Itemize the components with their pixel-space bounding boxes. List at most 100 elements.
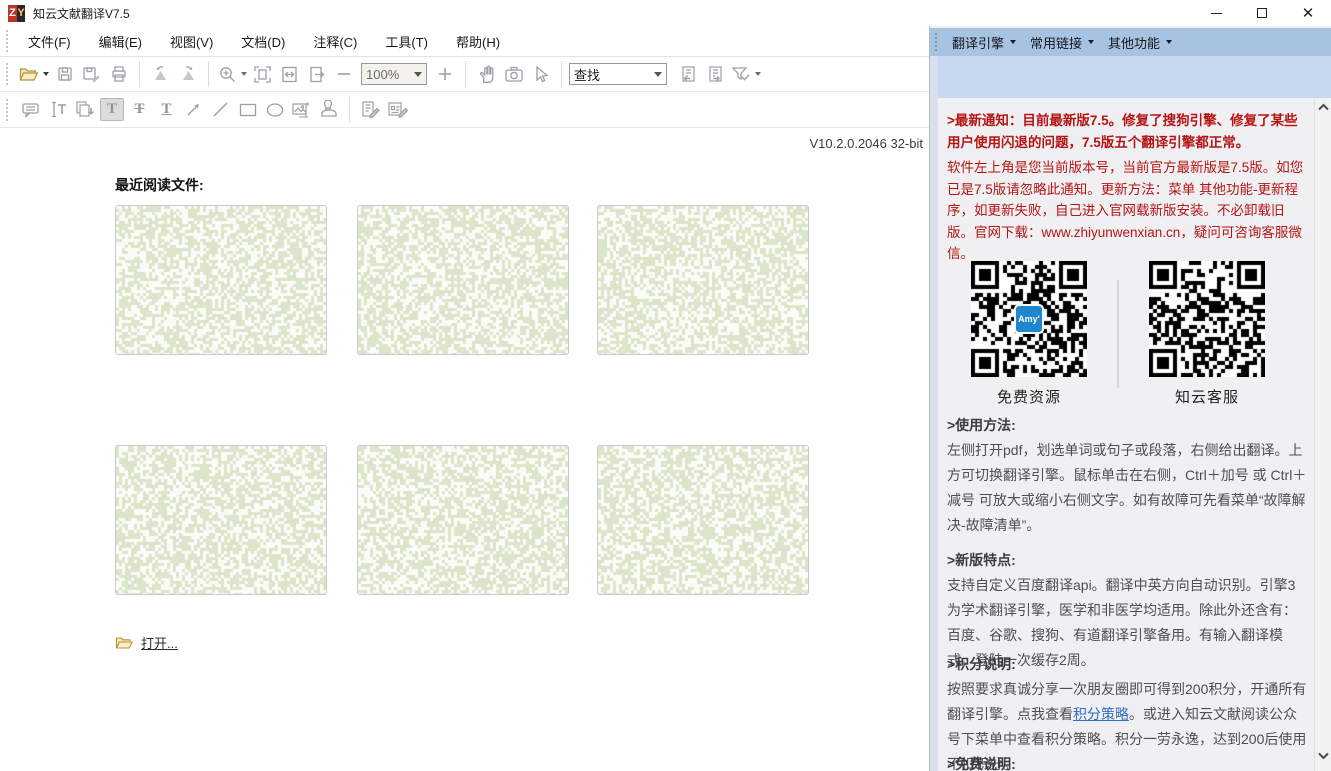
toolbar-grip [6, 30, 9, 52]
menu-tools[interactable]: 工具(T) [374, 27, 439, 56]
zoom-out-button[interactable] [330, 60, 357, 88]
save-as-icon [83, 67, 100, 83]
rectangle-tool-button[interactable] [234, 96, 261, 124]
camera-icon [504, 66, 523, 82]
recent-files-heading: 最近阅读文件: [115, 177, 204, 193]
menu-edit[interactable]: 编辑(E) [88, 27, 153, 56]
find-previous-icon [682, 65, 695, 82]
open-file-link[interactable]: 打开... [115, 633, 178, 652]
find-previous-button[interactable] [675, 60, 702, 88]
fit-page-button[interactable] [249, 60, 276, 88]
menu-document[interactable]: 文档(D) [230, 27, 296, 56]
qr-free-resources: Amy' 免费资源 [971, 261, 1087, 407]
qr-label: 知云客服 [1174, 389, 1239, 406]
chevron-down-icon [654, 71, 662, 77]
rotate-right-button[interactable] [174, 60, 201, 88]
app-icon: ZY [8, 4, 25, 22]
menu-comment[interactable]: 注释(C) [302, 27, 368, 56]
print-button[interactable] [105, 60, 132, 88]
recent-file-thumbnail[interactable] [115, 205, 327, 355]
close-button[interactable]: ✕ [1285, 0, 1331, 26]
strikeout-tool-button[interactable]: T [126, 96, 153, 124]
copy-text-button[interactable] [71, 96, 98, 124]
title-bar: ZY 知云文献翻译V7.5 ✕ [0, 0, 1331, 26]
zoom-in-button[interactable] [431, 60, 458, 88]
points-strategy-link[interactable]: 积分策略 [1073, 706, 1129, 722]
minimize-button[interactable] [1193, 0, 1239, 26]
qr-code-customer-service [1149, 261, 1265, 377]
edit-form-button[interactable] [384, 96, 411, 124]
highlight-tool-button[interactable]: T [98, 96, 126, 124]
hand-tool-button[interactable] [473, 60, 500, 88]
edit-form-icon [387, 102, 408, 118]
highlight-icon: T [100, 98, 125, 121]
usage-body: 左侧打开pdf，划选单词或句子或段落，右侧给出翻译。上方可切换翻译引擎。鼠标单击… [947, 442, 1307, 533]
actual-size-icon [310, 66, 325, 82]
menu-file[interactable]: 文件(F) [17, 27, 82, 56]
print-icon [111, 66, 126, 82]
find-next-button[interactable] [702, 60, 729, 88]
usage-heading: >使用方法: [947, 417, 1016, 433]
save-button[interactable] [51, 60, 78, 88]
ellipse-tool-button[interactable] [261, 96, 288, 124]
edit-document-button[interactable] [357, 96, 384, 124]
save-as-button[interactable] [78, 60, 105, 88]
panel-content: >最新通知：目前最新版7.5。修复了搜狗引擎、修复了某些用户使用闪退的问题，7.… [938, 98, 1315, 771]
reader-pane: 文件(F) 编辑(E) 视图(V) 文档(D) 注释(C) 工具(T) 帮助(H… [0, 26, 929, 771]
panel-header-strip [930, 56, 1331, 98]
zoom-tool-button[interactable] [216, 60, 249, 88]
zoom-out-icon [337, 73, 350, 75]
note-comment-button[interactable] [17, 96, 44, 124]
scroll-down-button[interactable] [1315, 747, 1331, 765]
toolbar-separator [208, 61, 209, 87]
menu-view[interactable]: 视图(V) [159, 27, 224, 56]
menu-bar: 文件(F) 编辑(E) 视图(V) 文档(D) 注释(C) 工具(T) 帮助(H… [0, 26, 929, 56]
filter-button[interactable] [729, 60, 763, 88]
find-combobox[interactable]: 查找 [569, 63, 667, 85]
snapshot-button[interactable] [500, 60, 527, 88]
text-select-button[interactable] [44, 96, 71, 124]
stamp-tool-button[interactable] [315, 96, 342, 124]
arrow-tool-button[interactable] [180, 96, 207, 124]
tab-translation-engine[interactable]: 翻译引擎 [945, 28, 1023, 57]
select-tool-button[interactable] [527, 60, 554, 88]
notice-title: >最新通知：目前最新版7.5。修复了搜狗引擎、修复了某些用户使用闪退的问题，7.… [947, 113, 1298, 150]
points-heading: >积分说明: [947, 656, 1016, 672]
fit-width-button[interactable] [276, 60, 303, 88]
underline-icon: T [161, 101, 172, 117]
menu-help[interactable]: 帮助(H) [445, 27, 511, 56]
rotate-left-button[interactable] [147, 60, 174, 88]
image-tool-button[interactable] [288, 96, 315, 124]
maximize-button[interactable] [1239, 0, 1285, 26]
zoom-level-value: 100% [366, 66, 400, 82]
recent-file-thumbnail[interactable] [357, 205, 569, 355]
annotation-toolbar: T T T [0, 92, 929, 128]
folder-open-icon [19, 68, 39, 81]
notice-section: >最新通知：目前最新版7.5。修复了搜狗引擎、修复了某些用户使用闪退的问题，7.… [947, 110, 1307, 265]
open-button[interactable] [17, 60, 51, 88]
stamp-icon [320, 100, 337, 117]
find-value: 查找 [574, 67, 601, 83]
edit-document-icon [362, 101, 380, 119]
usage-section: >使用方法: 左侧打开pdf，划选单词或句子或段落，右侧给出翻译。上方可切换翻译… [947, 415, 1307, 538]
actual-size-button[interactable] [303, 60, 330, 88]
recent-file-thumbnail[interactable] [357, 445, 569, 595]
chevron-up-icon [1318, 103, 1329, 111]
scroll-up-button[interactable] [1315, 98, 1331, 116]
panel-splitter[interactable] [930, 56, 938, 771]
underline-tool-button[interactable]: T [153, 96, 180, 124]
panel-scrollbar[interactable] [1314, 98, 1331, 771]
zoom-level-combobox[interactable]: 100% [361, 63, 427, 85]
tab-other-functions[interactable]: 其他功能 [1101, 28, 1179, 57]
recent-file-thumbnail[interactable] [115, 445, 327, 595]
qr-divider [1117, 280, 1119, 388]
hand-icon [479, 65, 493, 83]
zoom-in-icon [438, 68, 451, 80]
tab-common-links[interactable]: 常用链接 [1023, 28, 1101, 57]
features-heading: >新版特点: [947, 552, 1016, 568]
recent-file-thumbnail[interactable] [597, 205, 809, 355]
rotate-left-icon [154, 66, 166, 80]
line-tool-button[interactable] [207, 96, 234, 124]
recent-file-thumbnail[interactable] [597, 445, 809, 595]
fit-page-icon [254, 65, 271, 83]
